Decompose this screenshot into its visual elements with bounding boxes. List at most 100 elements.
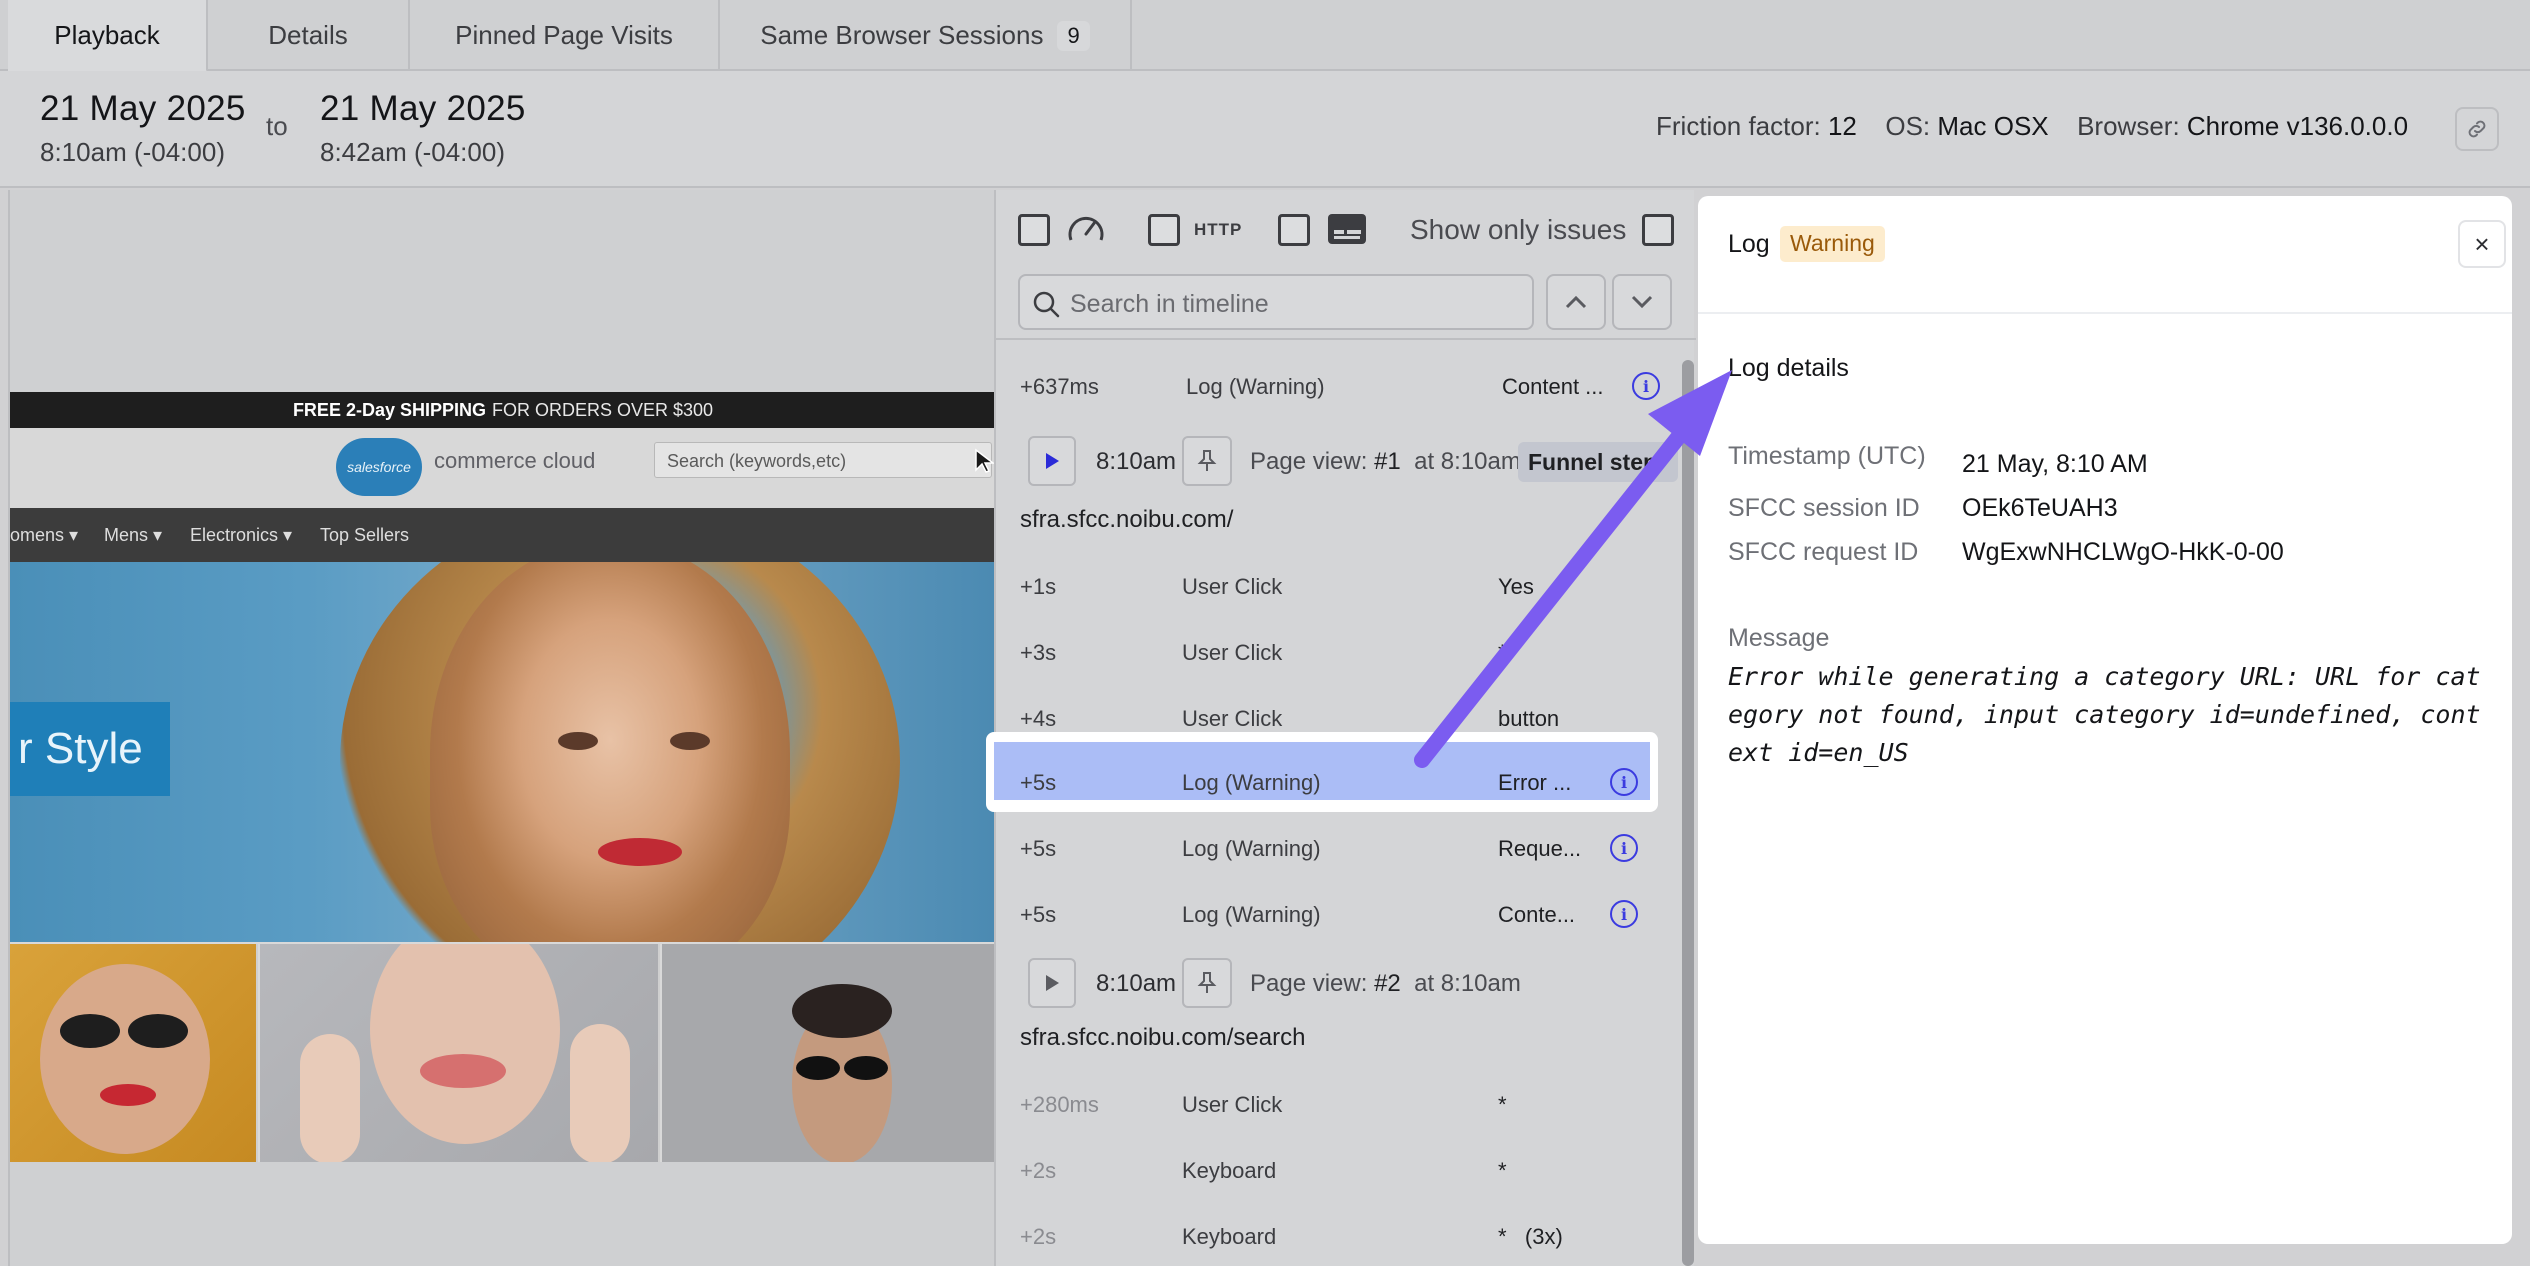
session-header: 21 May 2025 8:10am (-04:00) to 21 May 20… (0, 71, 2530, 188)
request-id-label: SFCC request ID (1728, 538, 1919, 566)
start-date: 21 May 2025 (40, 89, 246, 128)
event-type: Keyboard (1182, 1158, 1277, 1183)
log-detail-panel: Log Warning × Log details Timestamp (UTC… (1698, 196, 2512, 1244)
play-icon (1046, 453, 1059, 469)
friction-label: Friction factor: (1656, 111, 1821, 141)
logo-text: salesforce (347, 459, 411, 475)
shipping-bold: FREE 2-Day SHIPPING (292, 399, 486, 420)
brand-text: commerce cloud (434, 448, 596, 473)
link-icon (2468, 120, 2486, 138)
search-icon (1033, 291, 1060, 318)
page-view-time: 8:10am (1096, 448, 1177, 475)
shipping-text: FOR ORDERS OVER $300 (492, 399, 714, 420)
page-url[interactable]: sfra.sfcc.noibu.com/search (1020, 1024, 1305, 1052)
nav-top-sellers: Top Sellers (320, 525, 410, 545)
close-button[interactable]: × (2458, 220, 2506, 268)
event-type: Log (Warning) (1182, 902, 1321, 927)
tile-sunglasses-man (662, 944, 996, 1162)
pin-page-button[interactable] (1182, 436, 1232, 486)
event-value: Error ... (1498, 770, 1572, 795)
show-only-issues-label: Show only issues (1410, 214, 1627, 245)
page-view-number: #1 (1374, 448, 1401, 475)
show-only-issues-checkbox[interactable] (1642, 214, 1674, 246)
event-type: Log (Warning) (1182, 770, 1321, 795)
event-value: Yes (1498, 574, 1534, 599)
event-value: Content ... (1502, 374, 1604, 399)
timeline-event-row[interactable]: +2s Keyboard * (996, 1140, 1676, 1200)
event-type: User Click (1182, 640, 1283, 665)
timeline-event-row[interactable]: +1s User Click Yes (996, 556, 1676, 616)
info-icon[interactable]: i (1610, 834, 1638, 862)
event-value: * (1498, 640, 1507, 665)
event-type: Log (Warning) (1182, 836, 1321, 861)
tab-label: Same Browser Sessions (760, 20, 1044, 50)
funnel-step-badge: Funnel step (1518, 442, 1678, 482)
tab-bar: Playback Details Pinned Page Visits Same… (0, 0, 2530, 73)
filter-performance-checkbox[interactable] (1018, 214, 1050, 246)
timeline-scrollbar[interactable] (1682, 360, 1694, 1266)
log-message: Error while generating a category URL: U… (1728, 662, 2481, 767)
previous-match-button[interactable] (1546, 274, 1606, 330)
session-id-label: SFCC session ID (1728, 494, 1920, 522)
site-header: salesforce commerce cloud Search (keywor… (10, 428, 996, 508)
warning-badge: Warning (1780, 226, 1885, 262)
filter-http-checkbox[interactable] (1148, 214, 1180, 246)
filter-console-checkbox[interactable] (1278, 214, 1310, 246)
tab-pinned-page-visits[interactable]: Pinned Page Visits (410, 0, 720, 71)
site-nav: omens ▾ Mens ▾ Electronics ▾ Top Sellers (10, 508, 996, 562)
chevron-down-icon (1631, 295, 1653, 309)
event-time: +5s (1020, 770, 1057, 795)
category-tiles (10, 944, 996, 1162)
timeline-event-row[interactable]: +5s Log (Warning) Reque... i (996, 818, 1676, 878)
hero-face (430, 562, 790, 942)
hero-tag-text: r Style (18, 724, 143, 773)
play-from-here-button[interactable] (1028, 436, 1076, 486)
info-icon[interactable]: i (1610, 768, 1638, 796)
event-type: User Click (1182, 706, 1283, 731)
tab-same-browser-sessions[interactable]: Same Browser Sessions 9 (720, 0, 1132, 71)
tab-playback[interactable]: Playback (8, 0, 208, 73)
end-date: 21 May 2025 (320, 89, 526, 128)
info-icon[interactable]: i (1632, 372, 1660, 400)
timeline-event-row[interactable]: +4s User Click button (996, 688, 1676, 748)
timeline-event-row[interactable]: +280ms User Click * (996, 1074, 1676, 1134)
eye-shape (670, 732, 710, 750)
event-type: Keyboard (1182, 1224, 1277, 1249)
next-match-button[interactable] (1612, 274, 1672, 330)
timeline-panel: HTTP Show only issues Search in timeline… (986, 190, 1696, 1266)
play-from-here-button[interactable] (1028, 958, 1076, 1008)
speedometer-icon (1068, 217, 1104, 241)
copy-link-button[interactable] (2455, 107, 2499, 151)
timeline-event-row[interactable]: +3s User Click * (996, 622, 1676, 682)
pin-icon (1197, 972, 1217, 993)
site-search-input: Search (keywords,etc) (654, 442, 992, 478)
start-time: 8:10am (-04:00) (40, 137, 225, 167)
timeline-event-row-selected[interactable]: +5s Log (Warning) Error ... i (996, 752, 1676, 812)
timeline-toolbar: HTTP Show only issues Search in timeline (996, 190, 1696, 340)
page-view-at: at 8:10am (1414, 448, 1521, 475)
pin-page-button[interactable] (1182, 958, 1232, 1008)
play-icon (1046, 975, 1059, 991)
page-view-row: 8:10am Page view: #2 at 8:10am (996, 958, 1676, 1018)
nav-mens: Mens ▾ (104, 525, 163, 545)
search-placeholder: Search in timeline (1070, 290, 1269, 318)
tile-nails (260, 944, 660, 1162)
request-id-value: WgExwNHCLWgO-HkK-0-00 (1962, 538, 2284, 566)
nav-womens: omens ▾ (10, 525, 79, 545)
page-view-row: 8:10am Page view: #1 at 8:10am Funnel st… (996, 436, 1678, 496)
timeline-event-row[interactable]: +5s Log (Warning) Conte... i (996, 884, 1676, 944)
start-date-block: 21 May 2025 8:10am (-04:00) (40, 89, 246, 168)
browser-label: Browser: (2077, 111, 2180, 141)
page-url[interactable]: sfra.sfcc.noibu.com/ (1020, 506, 1233, 534)
timeline-event-row[interactable]: +637ms Log (Warning) Content ... i (996, 356, 1676, 416)
recorded-site: FREE 2-Day SHIPPING FOR ORDERS OVER $300 … (10, 392, 996, 1162)
timeline-event-row[interactable]: +2s Keyboard * (3x) (996, 1206, 1676, 1266)
session-count-badge: 9 (1057, 20, 1090, 51)
tab-details[interactable]: Details (208, 0, 410, 71)
info-icon[interactable]: i (1610, 900, 1638, 928)
salesforce-logo: salesforce (336, 438, 422, 496)
playback-viewport[interactable]: FREE 2-Day SHIPPING FOR ORDERS OVER $300 … (8, 190, 996, 1266)
event-type: User Click (1182, 1092, 1283, 1117)
tab-label: Pinned Page Visits (455, 20, 673, 50)
timeline-search-input[interactable]: Search in timeline (1018, 274, 1534, 330)
